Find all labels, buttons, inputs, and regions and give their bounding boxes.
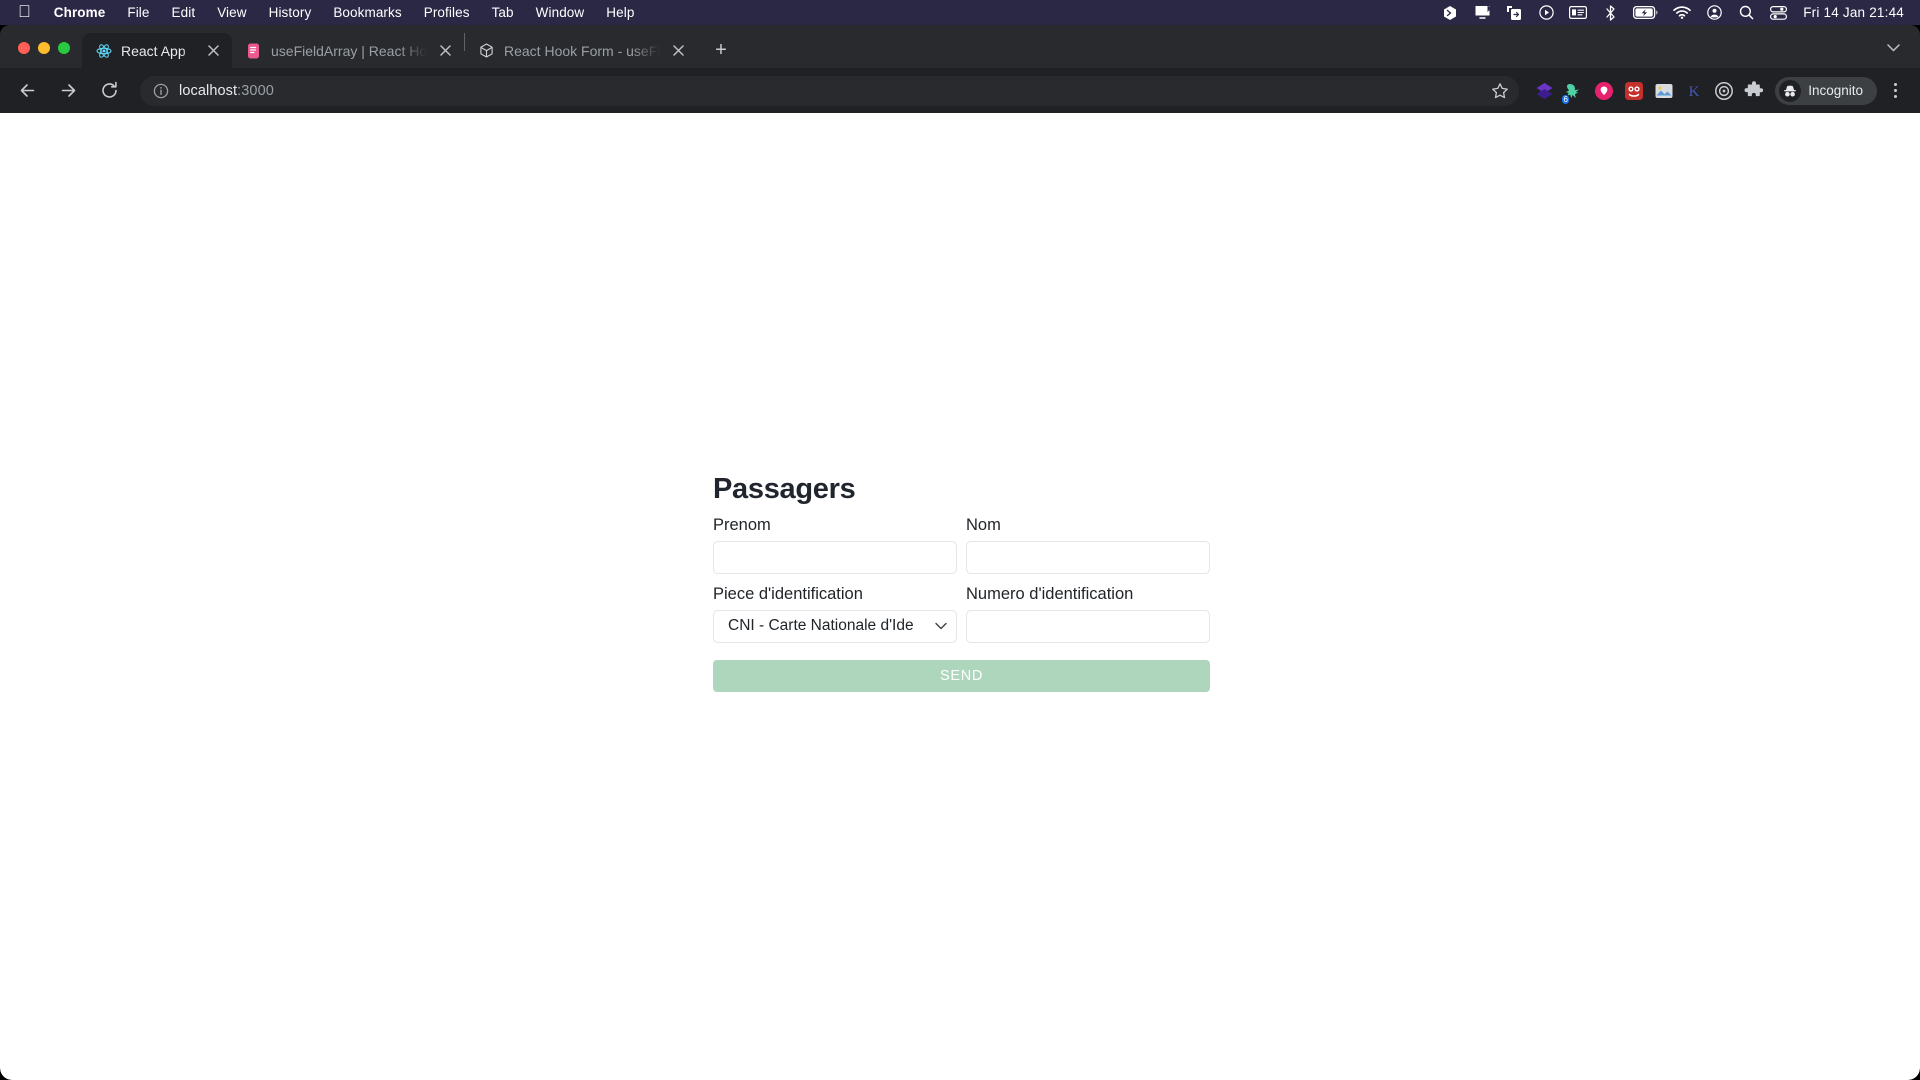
menu-item-edit[interactable]: Edit xyxy=(161,5,207,20)
close-tab-button[interactable] xyxy=(669,42,687,60)
image-extension-icon[interactable] xyxy=(1649,76,1679,106)
user-account-icon[interactable] xyxy=(1705,4,1723,21)
prenom-input[interactable] xyxy=(713,540,957,574)
bluetooth-icon[interactable] xyxy=(1601,4,1619,21)
media-widget-icon[interactable] xyxy=(1569,4,1588,21)
control-center-icon[interactable] xyxy=(1769,4,1787,21)
address-bar[interactable]: localhost:3000 xyxy=(140,75,1520,106)
incognito-hat-icon xyxy=(1779,79,1802,102)
tab-usefieldarray-docs[interactable]: useFieldArray | React Hook Form xyxy=(232,33,464,68)
svg-text:K: K xyxy=(1689,84,1700,100)
chevron-down-icon[interactable] xyxy=(1882,37,1904,59)
nom-input[interactable] xyxy=(966,540,1210,574)
kebab-menu-icon[interactable] xyxy=(1881,77,1909,105)
maximize-window-button[interactable] xyxy=(58,42,70,54)
site-info-icon[interactable] xyxy=(153,83,169,99)
kebab-dot xyxy=(1893,83,1897,86)
profile-label: Incognito xyxy=(1808,83,1863,98)
menu-item-profiles[interactable]: Profiles xyxy=(413,5,481,20)
menu-item-help[interactable]: Help xyxy=(595,5,645,20)
tab-strip: React App useFieldArray | React Hook For… xyxy=(0,25,1920,68)
numero-identification-input[interactable] xyxy=(966,609,1210,643)
menu-bar-status-items: Fri 14 Jan 21:44 xyxy=(1441,4,1920,21)
extensions-row: 6 K xyxy=(1529,76,1769,106)
menu-item-view[interactable]: View xyxy=(206,5,257,20)
menu-bar-clock[interactable]: Fri 14 Jan 21:44 xyxy=(1803,5,1904,20)
window-controls xyxy=(12,42,82,68)
target-extension-icon[interactable] xyxy=(1709,76,1739,106)
search-icon[interactable] xyxy=(1737,4,1755,21)
minimize-window-button[interactable] xyxy=(38,42,50,54)
menu-bar-items:  Chrome File Edit View History Bookmark… xyxy=(0,3,645,22)
macos-menu-bar:  Chrome File Edit View History Bookmark… xyxy=(0,0,1920,25)
purple-diamond-extension-icon[interactable] xyxy=(1529,76,1559,106)
tab-title: useFieldArray | React Hook Form xyxy=(271,42,427,59)
send-button[interactable]: SEND xyxy=(713,659,1210,692)
tab-react-app[interactable]: React App xyxy=(82,33,232,68)
tab-title: React Hook Form - useFieldArray xyxy=(504,42,660,59)
kebab-dot xyxy=(1893,89,1897,92)
tab-react-hook-form[interactable]: React Hook Form - useFieldArray xyxy=(465,33,697,68)
label-piece-identification: Piece d'identification xyxy=(713,584,863,603)
play-circle-icon[interactable] xyxy=(1537,4,1555,21)
menu-item-chrome[interactable]: Chrome xyxy=(43,5,117,20)
green-dino-extension-icon[interactable]: 6 xyxy=(1559,76,1589,106)
display-notification-icon[interactable] xyxy=(1473,4,1491,21)
back-arrow-icon[interactable] xyxy=(11,75,43,107)
pink-circle-extension-icon[interactable] xyxy=(1589,76,1619,106)
screen-share-icon[interactable] xyxy=(1505,4,1523,21)
letter-k-extension-icon[interactable]: K xyxy=(1679,76,1709,106)
form-grid: Prenom Nom Piece d'identification Numero… xyxy=(713,514,1210,692)
menu-item-history[interactable]: History xyxy=(258,5,323,20)
close-tab-button[interactable] xyxy=(436,42,454,60)
new-tab-button[interactable]: + xyxy=(706,35,736,65)
apple-logo-icon[interactable]:  xyxy=(10,3,43,22)
tab-title: React App xyxy=(121,42,186,59)
react-logo-icon xyxy=(95,42,112,59)
star-icon[interactable] xyxy=(1491,82,1509,100)
wifi-icon[interactable] xyxy=(1673,4,1692,21)
reload-icon[interactable] xyxy=(93,75,125,107)
label-prenom: Prenom xyxy=(713,516,771,534)
profile-incognito-button[interactable]: Incognito xyxy=(1775,76,1877,105)
label-numero-identification: Numero d'identification xyxy=(966,584,1134,603)
url-host: localhost xyxy=(179,82,238,99)
browser-toolbar: localhost:3000 6 K Incognito xyxy=(0,68,1920,113)
shortcut-app-icon[interactable] xyxy=(1441,4,1459,21)
puzzle-extensions-icon[interactable] xyxy=(1739,76,1769,106)
close-tab-button[interactable] xyxy=(204,42,222,60)
label-nom: Nom xyxy=(966,516,1001,534)
piece-identification-select-wrap: CNI - Carte Nationale d'Ide xyxy=(713,609,957,643)
piece-identification-select[interactable]: CNI - Carte Nationale d'Ide xyxy=(713,609,957,643)
react-hook-form-dark-icon xyxy=(478,42,495,59)
url-port: :3000 xyxy=(237,82,274,99)
url-text: localhost:3000 xyxy=(179,83,1481,99)
menu-item-tab[interactable]: Tab xyxy=(481,5,525,20)
page-title: Passagers xyxy=(713,473,856,505)
menu-item-file[interactable]: File xyxy=(116,5,160,20)
kebab-dot xyxy=(1893,95,1897,98)
red-logo-extension-icon[interactable] xyxy=(1619,76,1649,106)
menu-item-bookmarks[interactable]: Bookmarks xyxy=(322,5,412,20)
react-hook-form-icon xyxy=(245,42,262,59)
page-viewport: Passagers Prenom Nom Piece d'identificat… xyxy=(0,113,1920,1080)
close-window-button[interactable] xyxy=(18,42,30,54)
passengers-form: Passagers Prenom Nom Piece d'identificat… xyxy=(713,473,1210,692)
extension-badge-count: 6 xyxy=(1561,93,1571,105)
forward-arrow-icon[interactable] xyxy=(52,75,84,107)
chrome-browser-window: React App useFieldArray | React Hook For… xyxy=(0,25,1920,1080)
battery-charging-icon[interactable] xyxy=(1633,4,1659,21)
menu-item-window[interactable]: Window xyxy=(525,5,596,20)
